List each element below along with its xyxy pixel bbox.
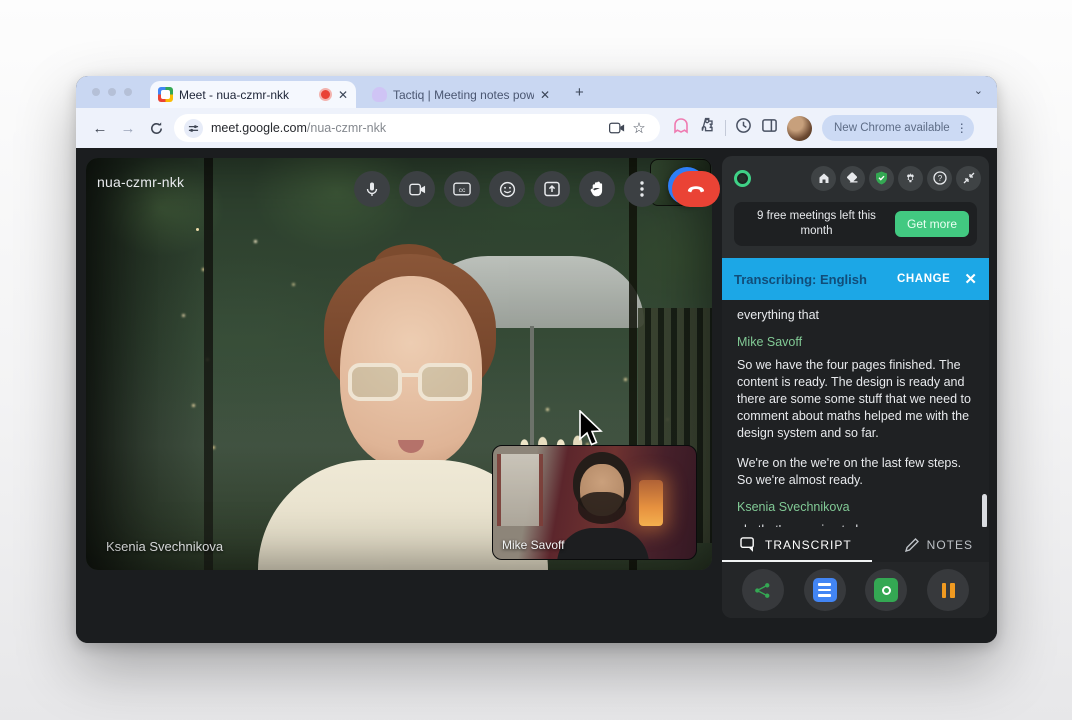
collapse-icon[interactable]: [956, 166, 981, 191]
home-icon[interactable]: [811, 166, 836, 191]
transcript-speaker: Mike Savoff: [737, 335, 974, 349]
window-controls[interactable]: [92, 88, 132, 96]
site-settings-icon[interactable]: [184, 119, 203, 138]
tab-title: Meet - nua-czmr-nkk: [179, 88, 313, 102]
transcribing-banner: Transcribing: English CHANGE ✕: [722, 258, 989, 300]
present-icon[interactable]: [534, 171, 570, 207]
string-lights: [196, 228, 199, 231]
transcript-text: So we have the four pages finished. The …: [737, 357, 974, 442]
tactiq-header: ?: [722, 156, 989, 200]
tactiq-logo-icon: [734, 170, 751, 187]
more-options-icon[interactable]: [624, 171, 660, 207]
shield-check-icon[interactable]: [869, 166, 894, 191]
meet-page: Ksenia Svechnikova Mike Savoff nua-czmr-…: [76, 148, 997, 643]
patio-umbrella: [416, 256, 644, 328]
transcript-speaker: Ksenia Svechnikova: [737, 500, 974, 514]
help-icon[interactable]: ?: [927, 166, 952, 191]
captions-icon[interactable]: cc: [444, 171, 480, 207]
transcribing-label: Transcribing: English: [734, 272, 897, 287]
bookmark-star-icon[interactable]: ☆: [628, 119, 650, 137]
tab-meet[interactable]: Meet - nua-czmr-nkk ✕: [150, 81, 356, 108]
recording-indicator-icon: [319, 88, 332, 101]
mic-icon[interactable]: [354, 171, 390, 207]
meet-controls: cc: [354, 171, 720, 207]
gear-icon[interactable]: [898, 166, 923, 191]
mouse-cursor: [578, 410, 604, 453]
pip-fireplace: [639, 480, 663, 526]
extensions-puzzle-icon[interactable]: [699, 117, 716, 139]
tab-notes[interactable]: NOTES: [905, 538, 973, 552]
pip-window: [497, 454, 543, 526]
close-tab-icon[interactable]: ✕: [338, 88, 348, 102]
meet-favicon-icon: [158, 87, 173, 102]
side-panel-icon[interactable]: [761, 117, 778, 139]
url-text: meet.google.com/nua-czmr-nkk: [211, 121, 606, 135]
close-banner-icon[interactable]: ✕: [964, 270, 977, 288]
panel-toolbar: [722, 562, 989, 618]
close-tab-icon[interactable]: ✕: [540, 88, 550, 102]
chrome-update-button[interactable]: New Chrome available ⋮: [822, 115, 974, 141]
pencil-icon: [905, 538, 919, 552]
tab-search-chevron-icon[interactable]: ⌄: [974, 84, 983, 97]
participant-name-label: Ksenia Svechnikova: [106, 539, 223, 554]
transcript-text: everything that: [737, 307, 974, 324]
share-icon[interactable]: [742, 569, 784, 611]
reactions-icon[interactable]: [489, 171, 525, 207]
forward-button[interactable]: →: [114, 114, 142, 142]
profile-avatar[interactable]: [787, 116, 812, 141]
tactiq-extension-icon[interactable]: [672, 117, 690, 140]
docs-icon[interactable]: [804, 569, 846, 611]
tab-notes-label: NOTES: [927, 538, 973, 552]
browser-toolbar: ← → meet.google.com/nua-czmr-nkk ☆: [76, 108, 997, 148]
meeting-code-label: nua-czmr-nkk: [97, 174, 184, 190]
eraser-icon[interactable]: [840, 166, 865, 191]
tab-transcript[interactable]: TRANSCRIPT: [740, 537, 852, 552]
reload-button[interactable]: [142, 114, 170, 142]
tab-tactiq[interactable]: Tactiq | Meeting notes powe ✕: [364, 81, 558, 108]
end-call-button[interactable]: [672, 171, 720, 207]
camera-icon[interactable]: [399, 171, 435, 207]
new-tab-button[interactable]: +: [575, 84, 584, 101]
extension-compass-icon[interactable]: [735, 117, 752, 139]
transcript-text: We're on the we're on the last few steps…: [737, 455, 974, 489]
tactiq-favicon-icon: [372, 87, 387, 102]
tactiq-panel: ? 9 free meetings left this month Get mo…: [722, 156, 989, 618]
get-more-button[interactable]: Get more: [895, 211, 969, 237]
panel-tab-bar: TRANSCRIPT NOTES: [722, 527, 989, 562]
frame-bar: [204, 158, 213, 570]
tab-transcript-label: TRANSCRIPT: [765, 538, 852, 552]
svg-text:?: ?: [937, 174, 942, 183]
browser-window: Meet - nua-czmr-nkk ✕ Tactiq | Meeting n…: [76, 76, 997, 643]
pip-video-tile[interactable]: Mike Savoff: [492, 445, 697, 560]
chrome-update-label: New Chrome available: [834, 122, 950, 134]
camera-permission-icon[interactable]: [606, 122, 628, 134]
quota-label: 9 free meetings left this month: [744, 209, 895, 239]
browser-menu-icon[interactable]: ⋮: [956, 121, 968, 135]
pip-name-label: Mike Savoff: [502, 538, 564, 552]
change-language-button[interactable]: CHANGE: [897, 273, 950, 285]
pause-icon[interactable]: [927, 569, 969, 611]
toolbar-divider: [725, 120, 726, 136]
chat-icon: [740, 537, 757, 552]
tab-strip: Meet - nua-czmr-nkk ✕ Tactiq | Meeting n…: [76, 76, 997, 108]
screenshot-icon[interactable]: [865, 569, 907, 611]
svg-text:cc: cc: [459, 187, 466, 194]
transcript-list[interactable]: everything that Mike Savoff So we have t…: [722, 300, 989, 527]
address-bar[interactable]: meet.google.com/nua-czmr-nkk ☆: [174, 114, 660, 142]
raise-hand-icon[interactable]: [579, 171, 615, 207]
panel-scrollbar[interactable]: [982, 494, 987, 528]
back-button[interactable]: ←: [86, 114, 114, 142]
door-frame-left: [86, 158, 214, 570]
tab-title: Tactiq | Meeting notes powe: [393, 88, 534, 102]
quota-card: 9 free meetings left this month Get more: [734, 202, 977, 246]
active-tab-underline: [722, 560, 872, 563]
